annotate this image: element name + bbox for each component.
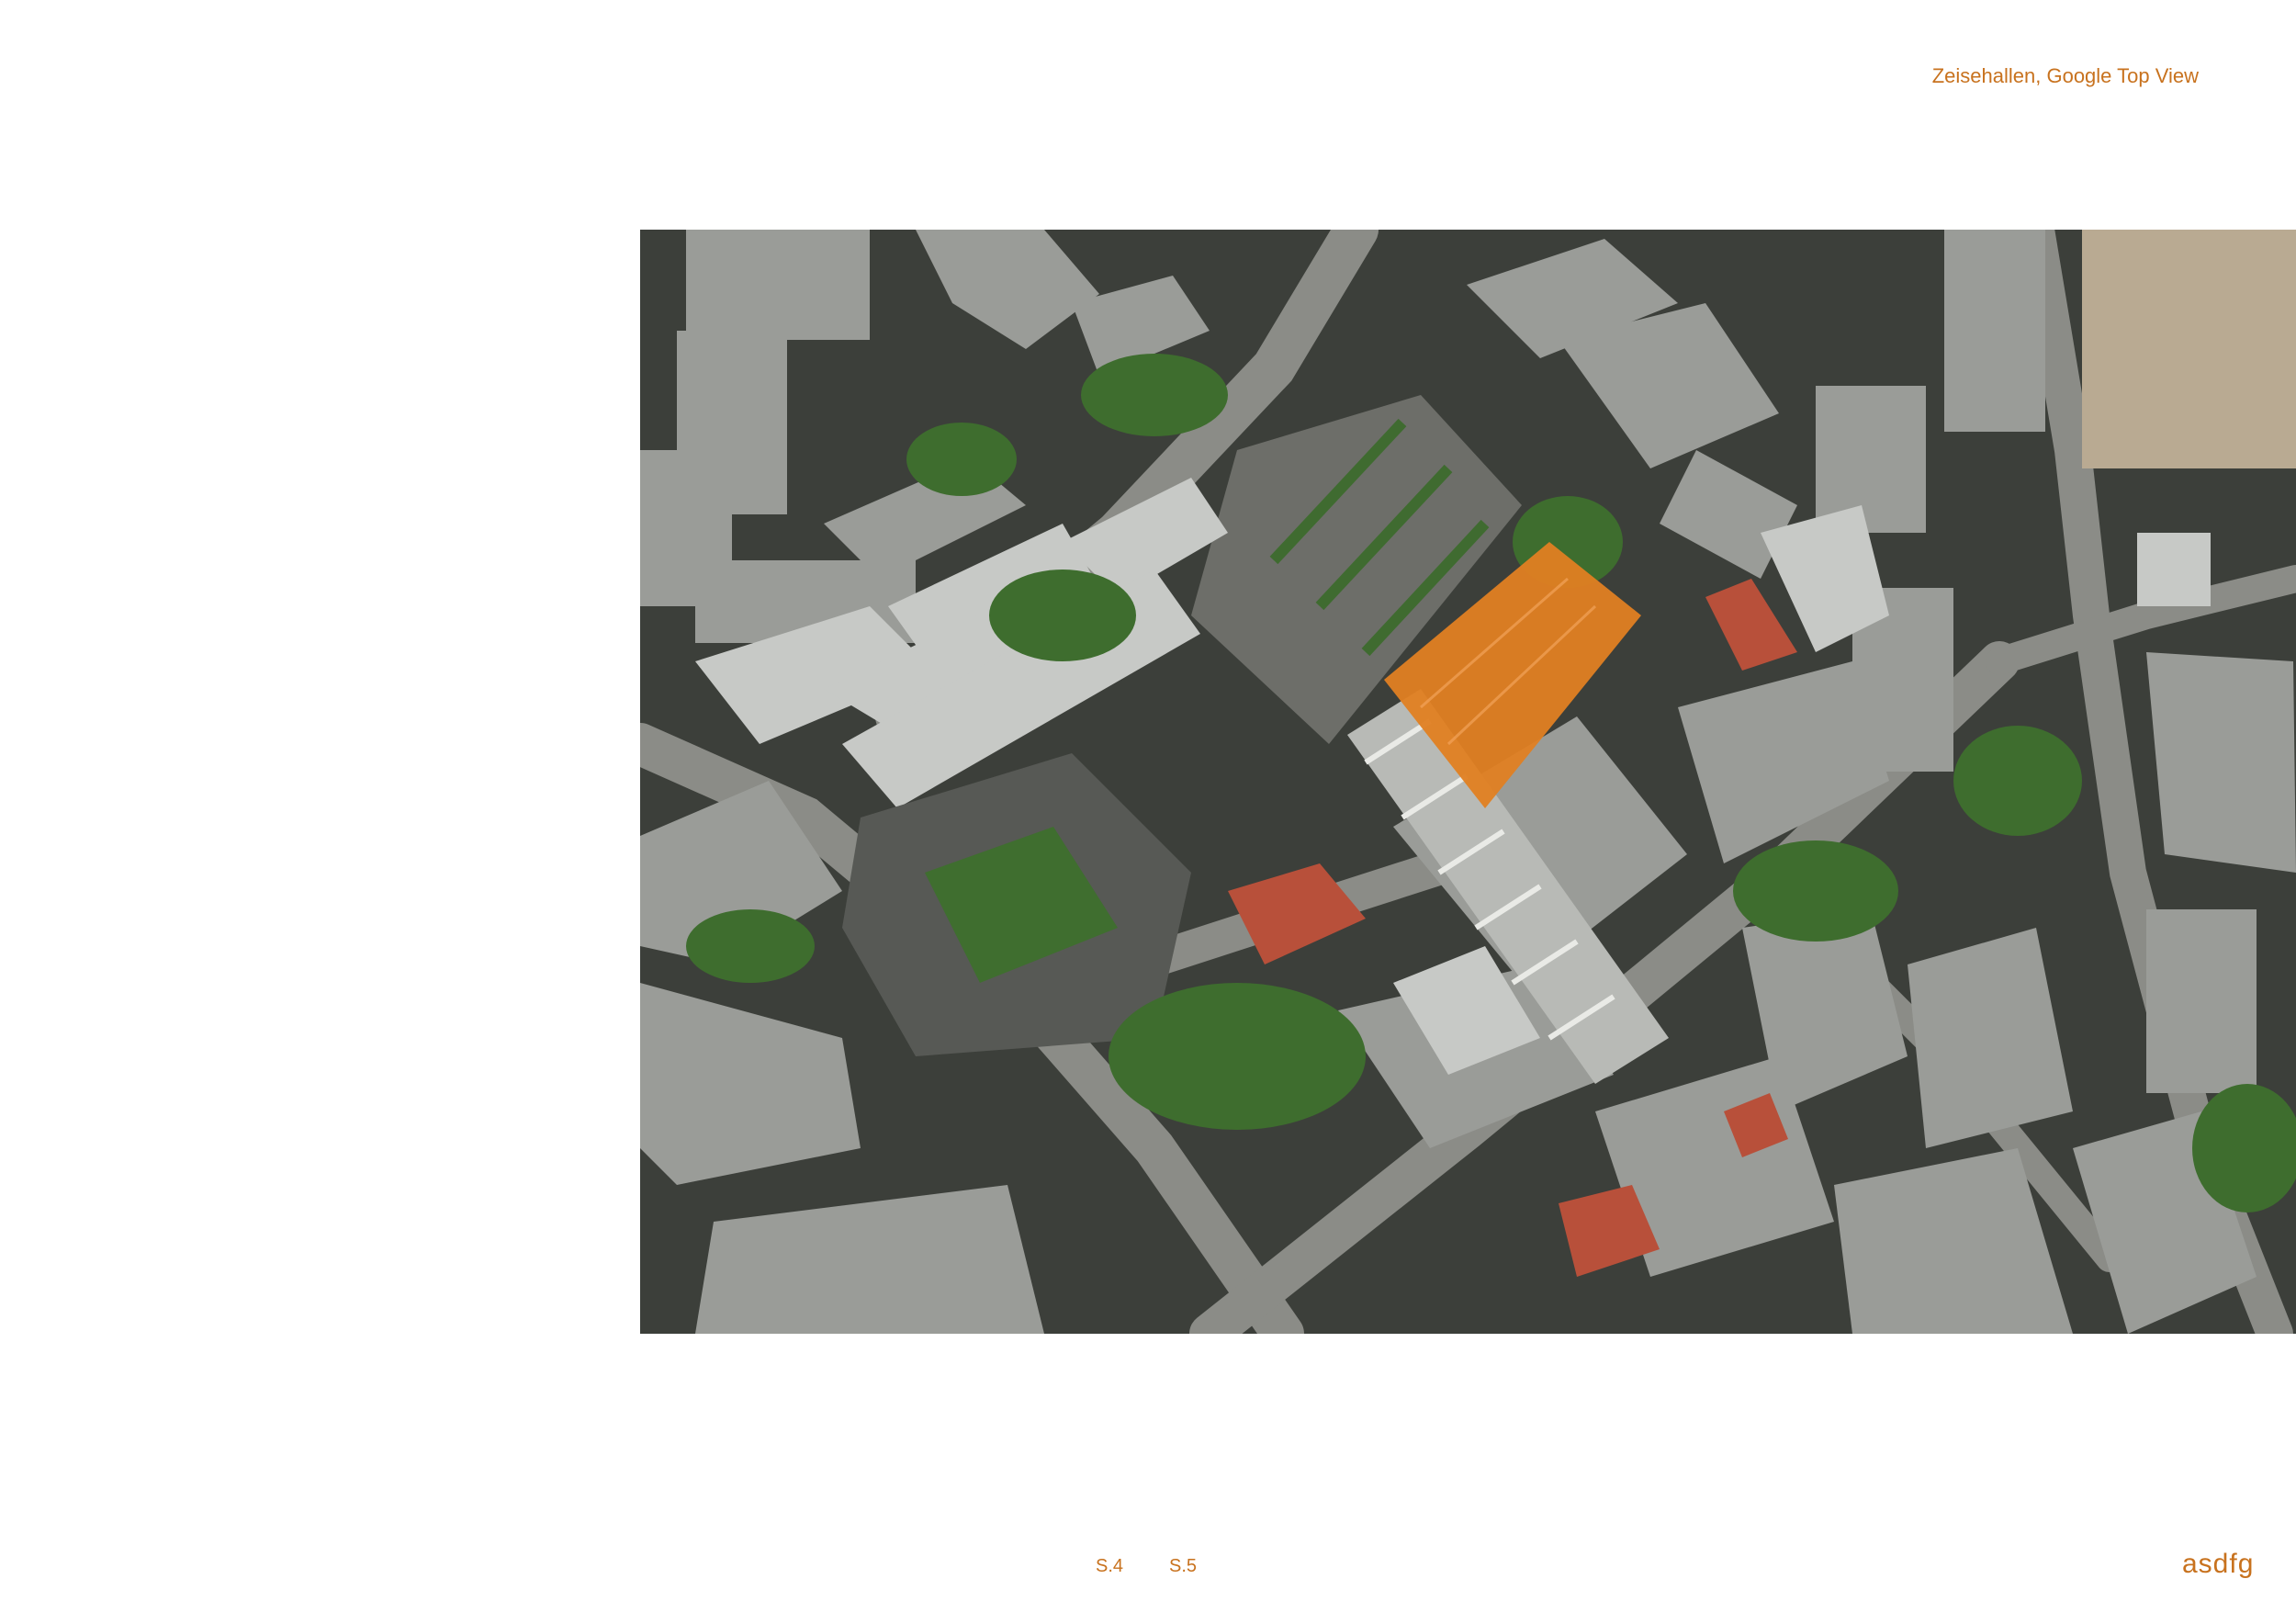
figure-caption: Zeisehallen, Google Top View: [1931, 64, 2199, 87]
aerial-map-svg: [640, 230, 2296, 1334]
construction-site: [2082, 230, 2296, 468]
aerial-map-view: [640, 230, 2296, 1334]
page-number-left: S.4: [1096, 1556, 1124, 1576]
page-number-right: S.5: [1169, 1556, 1198, 1576]
brand-logo: asdfg: [2182, 1549, 2255, 1579]
